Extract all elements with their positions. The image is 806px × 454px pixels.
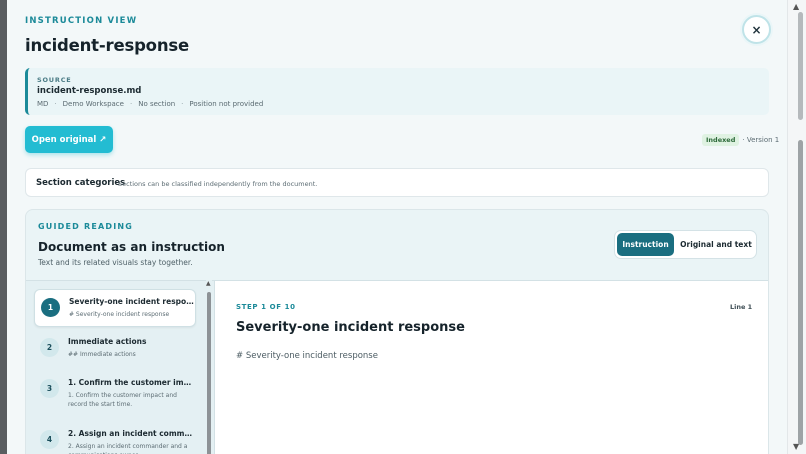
guided-title: Document as an instruction: [38, 240, 225, 254]
source-position: Position not provided: [189, 100, 264, 108]
scroll-down-icon[interactable]: ▼: [793, 443, 799, 451]
step-counter: STEP 1 OF 10: [236, 303, 296, 311]
original-text-mode-button[interactable]: Original and text: [677, 233, 755, 256]
guided-eyebrow: GUIDED READING: [38, 222, 134, 231]
indexed-badge: Indexed: [702, 134, 740, 146]
step-item-3[interactable]: 3 1. Confirm the customer impac... 1. Co…: [34, 371, 196, 411]
step-title: 1. Confirm the customer impac...: [68, 378, 194, 387]
step-content-title: Severity-one incident response: [236, 320, 465, 335]
step-subtitle: # Severity-one incident response: [69, 311, 170, 318]
instruction-mode-button[interactable]: Instruction: [617, 233, 674, 256]
section-categories-card[interactable]: Section categories Sections can be class…: [25, 168, 769, 197]
step-title: Immediate actions: [68, 337, 147, 346]
source-workspace: Demo Workspace: [62, 100, 124, 108]
scroll-up-icon[interactable]: ▲: [793, 3, 799, 11]
close-icon: ×: [751, 22, 762, 37]
page-scroll-track-upper: [798, 12, 803, 120]
steps-list: 1 Severity-one incident response # Sever…: [26, 280, 214, 454]
guided-subtitle: Text and its related visuals stay togeth…: [38, 258, 193, 267]
close-button[interactable]: ×: [742, 15, 771, 44]
page-scroll-thumb[interactable]: [798, 140, 803, 445]
section-categories-title: Section categories: [36, 178, 126, 188]
source-filename: incident-response.md: [37, 86, 142, 96]
step-number: 3: [40, 379, 59, 398]
step-subtitle: 1. Confirm the customer impact and recor…: [68, 392, 177, 408]
step-number: 1: [41, 298, 60, 317]
instruction-view-panel: INSTRUCTION VIEW incident-response × SOU…: [7, 0, 787, 454]
step-title: 2. Assign an incident command...: [68, 429, 194, 438]
steps-scrollbar[interactable]: ▲: [206, 280, 212, 454]
page-scrollbar[interactable]: ▲ ▼: [787, 0, 806, 454]
step-item-4[interactable]: 4 2. Assign an incident command... 2. As…: [34, 422, 196, 454]
source-section: No section: [138, 100, 176, 108]
step-content-body: # Severity-one incident response: [236, 351, 378, 361]
version-label: · Version 1: [742, 136, 780, 144]
open-original-button[interactable]: Open original ↗: [25, 126, 113, 153]
step-subtitle: ## Immediate actions: [68, 351, 136, 358]
line-reference: Line 1: [730, 303, 753, 311]
guided-reading-card: GUIDED READING Document as an instructio…: [25, 209, 769, 454]
step-item-2[interactable]: 2 Immediate actions ## Immediate actions: [34, 330, 196, 368]
source-format: MD: [37, 100, 49, 108]
step-item-1[interactable]: 1 Severity-one incident response # Sever…: [34, 289, 196, 327]
scroll-up-icon[interactable]: ▲: [206, 280, 211, 287]
step-title: Severity-one incident response: [69, 297, 195, 306]
source-meta: MD · Demo Workspace · No section · Position no…: [37, 100, 264, 108]
modal-backdrop: [0, 0, 7, 454]
section-categories-description: Sections can be classified independently…: [118, 180, 318, 188]
step-number: 2: [40, 338, 59, 357]
source-label: SOURCE: [37, 76, 72, 84]
status-row: Indexed · Version 1: [702, 134, 779, 146]
step-number: 4: [40, 430, 59, 449]
step-content-pane: STEP 1 OF 10 Line 1 Severity-one inciden…: [214, 280, 768, 454]
step-subtitle: 2. Assign an incident commander and a co…: [68, 443, 188, 454]
steps-scroll-thumb[interactable]: [207, 292, 211, 454]
page-title: incident-response: [25, 36, 189, 55]
source-card: SOURCE incident-response.md MD · Demo Work…: [25, 68, 769, 115]
view-mode-toggle: Instruction Original and text: [614, 230, 757, 259]
view-eyebrow: INSTRUCTION VIEW: [25, 16, 138, 26]
